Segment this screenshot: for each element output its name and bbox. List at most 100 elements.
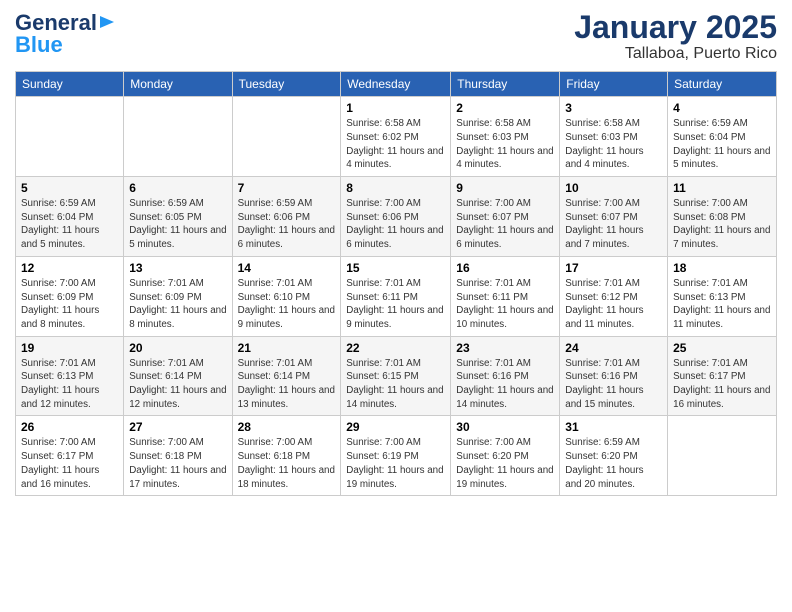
day-number: 20: [129, 341, 226, 355]
calendar-cell: 5Sunrise: 6:59 AMSunset: 6:04 PMDaylight…: [16, 177, 124, 257]
calendar-cell: 10 Sunrise: 7:00 AMSunset: 6:07 PMDayligh…: [560, 177, 668, 257]
calendar-cell: 20 Sunrise: 7:01 AMSunset: 6:14 PMDayligh…: [124, 336, 232, 416]
day-number: 10: [565, 181, 662, 195]
day-number: 31: [565, 420, 662, 434]
col-saturday: Saturday: [668, 72, 777, 97]
day-info: Sunrise: 6:59 AMSunset: 6:20 PMDaylight:…: [565, 436, 662, 491]
calendar-cell: 6Sunrise: 6:59 AMSunset: 6:05 PMDaylight…: [124, 177, 232, 257]
day-info: Sunrise: 7:00 AMSunset: 6:20 PMDaylight:…: [456, 436, 554, 491]
day-info: Sunrise: 7:00 AMSunset: 6:07 PMDaylight:…: [565, 197, 662, 252]
calendar-cell: 3 Sunrise: 6:58 AMSunset: 6:03 PMDaylight…: [560, 97, 668, 177]
day-number: 3: [565, 101, 662, 115]
day-number: 27: [129, 420, 226, 434]
day-info: Sunrise: 6:58 AMSunset: 6:03 PMDaylight:…: [565, 117, 662, 172]
day-info: Sunrise: 6:58 AMSunset: 6:02 PMDaylight:…: [346, 117, 445, 172]
calendar-cell: 23 Sunrise: 7:01 AMSunset: 6:16 PMDayligh…: [451, 336, 560, 416]
col-sunday: Sunday: [16, 72, 124, 97]
calendar-cell: 24 Sunrise: 7:01 AMSunset: 6:16 PMDayligh…: [560, 336, 668, 416]
calendar-cell: [16, 97, 124, 177]
day-info: Sunrise: 7:00 AMSunset: 6:18 PMDaylight:…: [129, 436, 226, 491]
day-info: Sunrise: 6:58 AMSunset: 6:03 PMDaylight:…: [456, 117, 554, 172]
day-info: Sunrise: 7:00 AMSunset: 6:19 PMDaylight:…: [346, 436, 445, 491]
day-number: 11: [673, 181, 771, 195]
day-number: 13: [129, 261, 226, 275]
calendar-body: 1 Sunrise: 6:58 AMSunset: 6:02 PMDaylight…: [16, 97, 777, 496]
day-number: 19: [21, 341, 118, 355]
calendar-cell: 17Sunrise: 7:01 AMSunset: 6:12 PMDayligh…: [560, 256, 668, 336]
location: Tallaboa, Puerto Rico: [574, 45, 777, 63]
day-info: Sunrise: 7:01 AMSunset: 6:17 PMDaylight:…: [673, 357, 771, 412]
calendar-cell: 18Sunrise: 7:01 AMSunset: 6:13 PMDayligh…: [668, 256, 777, 336]
header: General Blue January 2025 Tallaboa, Puer…: [15, 10, 777, 63]
calendar-cell: 1 Sunrise: 6:58 AMSunset: 6:02 PMDaylight…: [341, 97, 451, 177]
calendar-cell: [124, 97, 232, 177]
day-number: 26: [21, 420, 118, 434]
calendar-table: Sunday Monday Tuesday Wednesday Thursday…: [15, 71, 777, 496]
calendar-cell: 31 Sunrise: 6:59 AMSunset: 6:20 PMDayligh…: [560, 416, 668, 496]
day-number: 29: [346, 420, 445, 434]
day-number: 23: [456, 341, 554, 355]
calendar-week-4: 19 Sunrise: 7:01 AMSunset: 6:13 PMDayligh…: [16, 336, 777, 416]
calendar-week-1: 1 Sunrise: 6:58 AMSunset: 6:02 PMDaylight…: [16, 97, 777, 177]
calendar-cell: [232, 97, 341, 177]
col-friday: Friday: [560, 72, 668, 97]
col-monday: Monday: [124, 72, 232, 97]
day-info: Sunrise: 6:59 AMSunset: 6:04 PMDaylight:…: [673, 117, 771, 172]
calendar-cell: 7Sunrise: 6:59 AMSunset: 6:06 PMDaylight…: [232, 177, 341, 257]
day-number: 12: [21, 261, 118, 275]
day-number: 4: [673, 101, 771, 115]
day-info: Sunrise: 7:01 AMSunset: 6:16 PMDaylight:…: [456, 357, 554, 412]
calendar-cell: 9 Sunrise: 7:00 AMSunset: 6:07 PMDaylight…: [451, 177, 560, 257]
calendar-cell: 8Sunrise: 7:00 AMSunset: 6:06 PMDaylight…: [341, 177, 451, 257]
calendar-cell: 27 Sunrise: 7:00 AMSunset: 6:18 PMDayligh…: [124, 416, 232, 496]
day-info: Sunrise: 7:01 AMSunset: 6:09 PMDaylight:…: [129, 277, 226, 332]
day-info: Sunrise: 7:00 AMSunset: 6:06 PMDaylight:…: [346, 197, 445, 252]
day-number: 24: [565, 341, 662, 355]
day-info: Sunrise: 7:01 AMSunset: 6:11 PMDaylight:…: [456, 277, 554, 332]
calendar-cell: 11 Sunrise: 7:00 AMSunset: 6:08 PMDayligh…: [668, 177, 777, 257]
day-number: 1: [346, 101, 445, 115]
calendar-cell: [668, 416, 777, 496]
day-info: Sunrise: 7:00 AMSunset: 6:17 PMDaylight:…: [21, 436, 118, 491]
day-info: Sunrise: 7:01 AMSunset: 6:14 PMDaylight:…: [129, 357, 226, 412]
calendar-cell: 22 Sunrise: 7:01 AMSunset: 6:15 PMDayligh…: [341, 336, 451, 416]
page-container: General Blue January 2025 Tallaboa, Puer…: [0, 0, 792, 506]
day-info: Sunrise: 7:01 AMSunset: 6:12 PMDaylight:…: [565, 277, 662, 332]
logo-text-area: General Blue: [15, 10, 116, 58]
day-number: 30: [456, 420, 554, 434]
logo-blue: Blue: [15, 32, 63, 58]
calendar-cell: 25Sunrise: 7:01 AMSunset: 6:17 PMDayligh…: [668, 336, 777, 416]
logo: General Blue: [15, 10, 116, 58]
day-number: 22: [346, 341, 445, 355]
month-title: January 2025: [574, 10, 777, 45]
day-info: Sunrise: 7:01 AMSunset: 6:11 PMDaylight:…: [346, 277, 445, 332]
day-info: Sunrise: 7:01 AMSunset: 6:14 PMDaylight:…: [238, 357, 336, 412]
calendar-cell: 12Sunrise: 7:00 AMSunset: 6:09 PMDayligh…: [16, 256, 124, 336]
day-info: Sunrise: 7:00 AMSunset: 6:18 PMDaylight:…: [238, 436, 336, 491]
calendar-week-3: 12Sunrise: 7:00 AMSunset: 6:09 PMDayligh…: [16, 256, 777, 336]
calendar-cell: 28 Sunrise: 7:00 AMSunset: 6:18 PMDayligh…: [232, 416, 341, 496]
title-area: January 2025 Tallaboa, Puerto Rico: [574, 10, 777, 63]
day-info: Sunrise: 7:01 AMSunset: 6:13 PMDaylight:…: [21, 357, 118, 412]
calendar-week-5: 26 Sunrise: 7:00 AMSunset: 6:17 PMDayligh…: [16, 416, 777, 496]
col-wednesday: Wednesday: [341, 72, 451, 97]
calendar-cell: 14Sunrise: 7:01 AMSunset: 6:10 PMDayligh…: [232, 256, 341, 336]
day-number: 9: [456, 181, 554, 195]
day-info: Sunrise: 6:59 AMSunset: 6:05 PMDaylight:…: [129, 197, 226, 252]
day-number: 5: [21, 181, 118, 195]
day-number: 28: [238, 420, 336, 434]
calendar-cell: 19 Sunrise: 7:01 AMSunset: 6:13 PMDayligh…: [16, 336, 124, 416]
day-info: Sunrise: 7:01 AMSunset: 6:13 PMDaylight:…: [673, 277, 771, 332]
day-number: 21: [238, 341, 336, 355]
col-tuesday: Tuesday: [232, 72, 341, 97]
day-number: 14: [238, 261, 336, 275]
day-info: Sunrise: 7:01 AMSunset: 6:16 PMDaylight:…: [565, 357, 662, 412]
calendar-week-2: 5Sunrise: 6:59 AMSunset: 6:04 PMDaylight…: [16, 177, 777, 257]
day-number: 2: [456, 101, 554, 115]
day-number: 16: [456, 261, 554, 275]
day-info: Sunrise: 7:00 AMSunset: 6:08 PMDaylight:…: [673, 197, 771, 252]
day-info: Sunrise: 7:01 AMSunset: 6:15 PMDaylight:…: [346, 357, 445, 412]
day-info: Sunrise: 7:00 AMSunset: 6:07 PMDaylight:…: [456, 197, 554, 252]
day-number: 7: [238, 181, 336, 195]
calendar-cell: 2 Sunrise: 6:58 AMSunset: 6:03 PMDaylight…: [451, 97, 560, 177]
